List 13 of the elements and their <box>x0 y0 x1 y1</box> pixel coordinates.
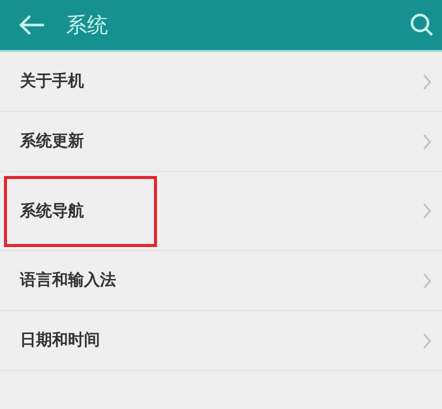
settings-item[interactable]: 关于手机 <box>20 57 124 106</box>
settings-item[interactable]: 日期和时间 <box>20 316 140 365</box>
back-icon[interactable] <box>18 14 46 36</box>
settings-item[interactable]: 语言和输入法 <box>20 256 156 305</box>
chevron-icon <box>422 272 432 290</box>
settings-item[interactable]: 系统导航 <box>4 176 157 246</box>
chevron-icon <box>422 72 432 90</box>
chevron-icon <box>422 332 432 350</box>
screen-title: 系统 <box>66 12 109 39</box>
search-icon[interactable] <box>410 13 434 37</box>
settings-item[interactable]: 系统更新 <box>20 117 124 166</box>
chevron-icon <box>422 202 432 220</box>
chevron-icon <box>422 132 432 150</box>
